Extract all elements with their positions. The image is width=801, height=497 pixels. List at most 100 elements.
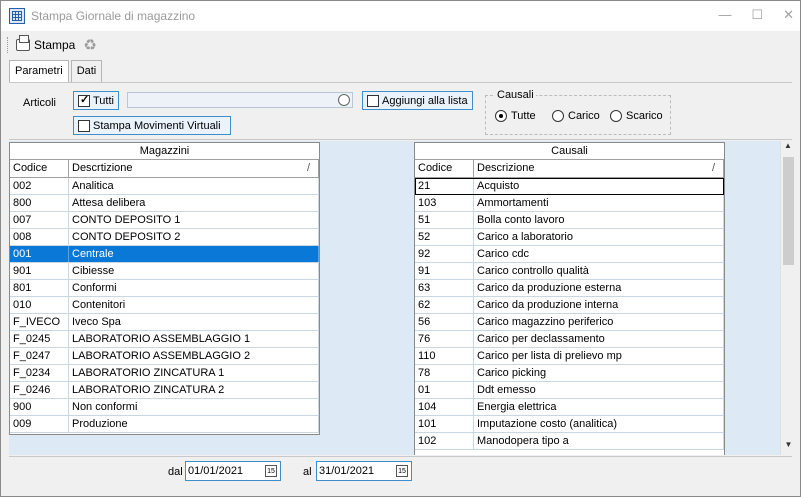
table-row[interactable]: 92 Carico cdc [415, 246, 724, 263]
cell-codice: 21 [415, 178, 474, 194]
table-row[interactable]: 01 Ddt emesso [415, 382, 724, 399]
table-row[interactable]: F_0246 LABORATORIO ZINCATURA 2 [10, 382, 319, 399]
table-row[interactable]: 008 CONTO DEPOSITO 2 [10, 229, 319, 246]
table-row[interactable]: 62 Carico da produzione interna [415, 297, 724, 314]
table-row[interactable]: 52 Carico a laboratorio [415, 229, 724, 246]
table-row[interactable]: 91 Carico controllo qualità [415, 263, 724, 280]
cell-descrizione: Carico controllo qualità [474, 263, 724, 279]
table-row[interactable]: 009 Produzione [10, 416, 319, 433]
radio-tutte[interactable]: Tutte [495, 110, 536, 122]
dal-date-field[interactable]: 01/01/2021 15 [185, 461, 281, 481]
cell-codice: 009 [10, 416, 69, 432]
table-row[interactable]: 002 Analitica [10, 178, 319, 195]
main-window: Stampa Giornale di magazzino — ☐ ✕ Stamp… [0, 0, 801, 497]
cell-descrizione: CONTO DEPOSITO 2 [69, 229, 319, 245]
table-row[interactable]: F_0234 LABORATORIO ZINCATURA 1 [10, 365, 319, 382]
articoli-search-input[interactable] [127, 92, 353, 108]
cell-codice: 63 [415, 280, 474, 296]
table-row[interactable]: 900 Non conformi [10, 399, 319, 416]
minimize-button[interactable]: — [718, 7, 731, 23]
column-header-codice[interactable]: Codice [10, 160, 69, 177]
radio-scarico[interactable]: Scarico [610, 110, 663, 122]
grids-area: Magazzini Codice Descrtizione / 002 Anali… [9, 141, 780, 455]
cell-codice: 901 [10, 263, 69, 279]
causali-grid: Causali Codice Descrizione / 21 Acquisto 1… [414, 142, 725, 455]
magazzini-grid: Magazzini Codice Descrtizione / 002 Anali… [9, 142, 320, 435]
table-row[interactable]: 78 Carico picking [415, 365, 724, 382]
table-row[interactable]: 21 Acquisto [415, 178, 724, 195]
cell-codice: F_0234 [10, 365, 69, 381]
table-row[interactable]: F_0247 LABORATORIO ASSEMBLAGGIO 2 [10, 348, 319, 365]
cell-codice: 51 [415, 212, 474, 228]
cell-codice: 76 [415, 331, 474, 347]
aggiungi-label: Aggiungi alla lista [382, 94, 468, 107]
close-button[interactable]: ✕ [783, 7, 794, 23]
virtuali-label: Stampa Movimenti Virtuali [93, 119, 221, 132]
scroll-thumb[interactable] [783, 157, 794, 265]
radio-tutte-label: Tutte [511, 110, 536, 122]
radio-unselected-icon [610, 110, 622, 122]
cell-codice: F_IVECO [10, 314, 69, 330]
column-header-descrizione[interactable]: Descrizione / [474, 160, 724, 177]
table-row[interactable]: 010 Contenitori [10, 297, 319, 314]
cell-descrizione: Cibiesse [69, 263, 319, 279]
cell-codice: 78 [415, 365, 474, 381]
maximize-button[interactable]: ☐ [751, 7, 763, 23]
table-row[interactable]: 63 Carico da produzione esterna [415, 280, 724, 297]
cell-codice: 92 [415, 246, 474, 262]
cell-descrizione: LABORATORIO ZINCATURA 1 [69, 365, 319, 381]
cell-descrizione: Bolla conto lavoro [474, 212, 724, 228]
tutti-checkbox[interactable]: Tutti [73, 91, 119, 110]
table-row[interactable]: 76 Carico per declassamento [415, 331, 724, 348]
table-row[interactable]: 007 CONTO DEPOSITO 1 [10, 212, 319, 229]
cell-descrizione: Non conformi [69, 399, 319, 415]
cell-descrizione: Carico picking [474, 365, 724, 381]
virtuali-checkbox[interactable]: Stampa Movimenti Virtuali [73, 116, 231, 135]
table-row[interactable]: 102 Manodopera tipo a [415, 433, 724, 450]
scroll-down-icon[interactable]: ▼ [781, 440, 796, 455]
search-icon[interactable] [338, 94, 350, 106]
table-row[interactable]: 901 Cibiesse [10, 263, 319, 280]
tutti-label: Tutti [93, 94, 114, 107]
refresh-icon[interactable]: ♻ [83, 36, 96, 54]
radio-carico[interactable]: Carico [552, 110, 600, 122]
cell-descrizione: Carico per lista di prelievo mp [474, 348, 724, 364]
print-button[interactable]: Stampa [16, 35, 75, 52]
cell-descrizione: Acquisto [474, 178, 724, 194]
cell-codice: 008 [10, 229, 69, 245]
table-row[interactable]: 103 Ammortamenti [415, 195, 724, 212]
scroll-up-icon[interactable]: ▲ [781, 141, 795, 156]
table-row[interactable]: 104 Energia elettrica [415, 399, 724, 416]
table-row[interactable]: 101 Imputazione costo (analitica) [415, 416, 724, 433]
cell-descrizione: Carico cdc [474, 246, 724, 262]
table-row[interactable]: 800 Attesa delibera [10, 195, 319, 212]
cell-descrizione: Imputazione costo (analitica) [474, 416, 724, 432]
tab-parametri[interactable]: Parametri [9, 60, 69, 82]
aggiungi-checkbox[interactable]: Aggiungi alla lista [362, 91, 473, 110]
window-controls: — ☐ ✕ [718, 7, 794, 23]
cell-descrizione: Conformi [69, 280, 319, 296]
table-row[interactable]: 51 Bolla conto lavoro [415, 212, 724, 229]
cell-codice: F_0245 [10, 331, 69, 347]
calendar-icon[interactable]: 15 [265, 465, 277, 477]
column-header-descrizione-label: Descrtizione [72, 162, 133, 174]
al-label: al [303, 466, 312, 478]
tab-dati[interactable]: Dati [70, 60, 103, 82]
table-row[interactable]: 801 Conformi [10, 280, 319, 297]
table-row[interactable]: 110 Carico per lista di prelievo mp [415, 348, 724, 365]
table-row[interactable]: F_0245 LABORATORIO ASSEMBLAGGIO 1 [10, 331, 319, 348]
vertical-scrollbar[interactable]: ▲ ▼ [780, 141, 795, 455]
table-row[interactable]: 56 Carico magazzino periferico [415, 314, 724, 331]
column-header-descrizione[interactable]: Descrtizione / [69, 160, 319, 177]
al-date-field[interactable]: 31/01/2021 15 [316, 461, 412, 481]
table-row[interactable]: 001 Centrale [10, 246, 319, 263]
cell-codice: 801 [10, 280, 69, 296]
column-header-codice[interactable]: Codice [415, 160, 474, 177]
magazzini-grid-title: Magazzini [10, 143, 319, 160]
cell-descrizione: Contenitori [69, 297, 319, 313]
calendar-icon[interactable]: 15 [396, 465, 408, 477]
checkbox-unchecked-icon [367, 94, 379, 107]
table-row[interactable]: F_IVECO Iveco Spa [10, 314, 319, 331]
checkbox-unchecked-icon [78, 119, 90, 132]
cell-codice: F_0246 [10, 382, 69, 398]
